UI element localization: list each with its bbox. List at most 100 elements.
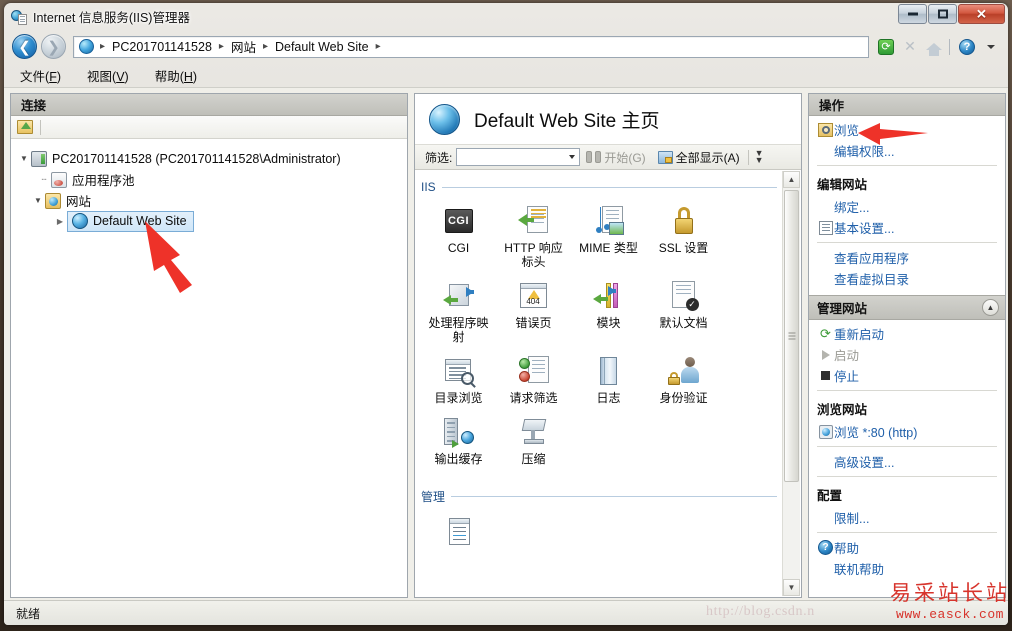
- filter-input[interactable]: [456, 148, 581, 166]
- feature-directory-browsing[interactable]: 目录浏览: [421, 348, 496, 409]
- section-title: 编辑网站: [817, 178, 868, 192]
- menu-file-accel: F: [49, 69, 57, 84]
- feature-error-pages[interactable]: 404 错误页: [496, 273, 571, 348]
- scrollbar-thumb[interactable]: [784, 190, 799, 482]
- feature-pane-scrollbar[interactable]: ▲ ▼: [782, 171, 800, 596]
- breadcrumb-item-site[interactable]: Default Web Site: [272, 40, 372, 54]
- tree-node-app-pools[interactable]: ┄ 应用程序池: [11, 169, 407, 190]
- filter-overflow-button[interactable]: ▼ ▼: [755, 149, 764, 165]
- feature-logging[interactable]: 日志: [571, 348, 646, 409]
- menu-view[interactable]: 视图(V): [77, 64, 139, 87]
- expander-icon[interactable]: ▼: [17, 154, 31, 163]
- connections-toolbar: [11, 116, 407, 139]
- feature-default-document[interactable]: ✓ 默认文档: [646, 273, 721, 348]
- feature-request-filtering[interactable]: 请求筛选: [496, 348, 571, 409]
- close-button[interactable]: ✕: [958, 4, 1005, 24]
- feature-handler-mappings[interactable]: 处理程序映射: [421, 273, 496, 348]
- forward-button[interactable]: ❯: [41, 34, 66, 59]
- maximize-button[interactable]: [928, 4, 957, 24]
- help-icon: ?: [959, 38, 975, 55]
- tree-node-sites[interactable]: ▼ 网站: [11, 190, 407, 211]
- chevron-down-icon[interactable]: [569, 155, 576, 159]
- feature-ssl-settings[interactable]: SSL 设置: [646, 198, 721, 273]
- request-filtering-icon: [518, 355, 550, 387]
- feature-cgi[interactable]: CGI CGI: [421, 198, 496, 273]
- filter-divider: [747, 149, 749, 165]
- feature-compression[interactable]: 压缩: [496, 409, 571, 470]
- action-online-help[interactable]: 联机帮助: [809, 558, 1005, 579]
- scroll-up-button[interactable]: ▲: [783, 171, 800, 188]
- scrollbar-track[interactable]: [783, 188, 800, 579]
- feature-authentication[interactable]: 身份验证: [646, 348, 721, 409]
- action-label: 联机帮助: [834, 563, 885, 577]
- page-title: Default Web Site 主页: [474, 110, 660, 132]
- expander-icon[interactable]: ▼: [31, 196, 45, 205]
- minimize-button[interactable]: [898, 4, 927, 24]
- action-edit-permissions[interactable]: 编辑权限...: [809, 140, 1005, 161]
- maximize-icon: [937, 9, 948, 19]
- feature-mime-types[interactable]: MIME 类型: [571, 198, 646, 273]
- breadcrumb[interactable]: ▸ PC201701141528 ▸ 网站 ▸ Default Web Site…: [73, 35, 869, 58]
- action-label: 查看虚拟目录: [834, 273, 910, 287]
- action-label: 高级设置...: [834, 456, 895, 470]
- content-area: 连接 ▼ PC201701141528 (PC201701141528\Admi…: [4, 88, 1008, 600]
- status-text: 就绪: [16, 606, 41, 621]
- action-view-applications[interactable]: 查看应用程序: [809, 247, 1005, 268]
- action-restart[interactable]: ⟳ 重新启动: [809, 323, 1005, 344]
- site-watermark: 易采站长站 www.easck.com: [888, 581, 1012, 631]
- breadcrumb-separator: ▸: [375, 41, 381, 52]
- menu-help-label: 帮助: [154, 69, 180, 84]
- http-response-headers-icon: [517, 205, 550, 237]
- stop-icon: [817, 371, 834, 380]
- stop-button[interactable]: ✕: [899, 36, 921, 58]
- feature-label: 输出缓存: [434, 452, 483, 466]
- refresh-button[interactable]: ⟳: [875, 36, 897, 58]
- tree-node-label: 网站: [66, 195, 92, 209]
- action-view-virtual-directories[interactable]: 查看虚拟目录: [809, 268, 1005, 289]
- group-label: 管理: [421, 490, 446, 504]
- action-browse[interactable]: 浏览: [809, 119, 1005, 140]
- menu-file[interactable]: 文件(F): [10, 64, 71, 87]
- feature-modules[interactable]: 模块: [571, 273, 646, 348]
- authentication-icon: [667, 355, 700, 387]
- feature-http-response-headers[interactable]: HTTP 响应标头: [496, 198, 571, 273]
- back-button[interactable]: ❮: [12, 34, 37, 59]
- action-browse-site-80[interactable]: 浏览 *:80 (http): [809, 421, 1005, 442]
- feature-label: HTTP 响应标头: [504, 241, 563, 269]
- feature-label: 日志: [596, 391, 621, 405]
- feature-configuration-editor[interactable]: [421, 509, 496, 556]
- tree-node-server[interactable]: ▼ PC201701141528 (PC201701141528\Adminis…: [11, 148, 407, 169]
- feature-label: 处理程序映射: [428, 316, 489, 344]
- help-dropdown-button[interactable]: [980, 36, 1002, 58]
- menu-view-accel: V: [116, 69, 125, 84]
- breadcrumb-item-server[interactable]: PC201701141528: [109, 40, 215, 54]
- action-basic-settings[interactable]: 基本设置...: [809, 217, 1005, 238]
- help-button[interactable]: ?: [956, 36, 978, 58]
- tree-node-default-web-site[interactable]: ▶ Default Web Site: [11, 211, 407, 232]
- connect-to-server-icon[interactable]: [17, 120, 33, 134]
- home-button[interactable]: [923, 36, 945, 58]
- menu-help[interactable]: 帮助(H): [145, 64, 207, 87]
- scroll-down-button[interactable]: ▼: [783, 579, 800, 596]
- action-help[interactable]: ? 帮助: [809, 537, 1005, 558]
- filter-go-button[interactable]: 开始(G): [586, 149, 646, 166]
- action-stop[interactable]: 停止: [809, 365, 1005, 386]
- iis-manager-icon: [11, 9, 27, 25]
- tree-node-label: PC201701141528 (PC201701141528\Administr…: [52, 151, 341, 166]
- show-all-label: 全部显示(A): [675, 150, 740, 165]
- feature-output-caching[interactable]: 输出缓存: [421, 409, 496, 470]
- breadcrumb-separator: ▸: [262, 41, 268, 52]
- screenshot-root: Internet 信息服务(IIS)管理器 ✕ ❮ ❯ ▸ PC20170114…: [0, 0, 1012, 631]
- action-bindings[interactable]: 绑定...: [809, 196, 1005, 217]
- action-limits[interactable]: 限制...: [809, 507, 1005, 528]
- csdn-watermark: http://blog.csdn.n: [706, 604, 815, 619]
- feature-list: IIS CGI CGI HTTP 响应标头 MIME 类型 SSL 设置 处理程…: [421, 174, 777, 593]
- breadcrumb-item-sites[interactable]: 网站: [228, 37, 259, 56]
- chevron-up-icon[interactable]: ▲: [982, 299, 999, 316]
- show-all-button[interactable]: 全部显示(A): [657, 149, 740, 166]
- expander-icon[interactable]: ▶: [53, 217, 67, 226]
- group-header-iis: IIS: [421, 180, 777, 194]
- tree-node-label: Default Web Site: [93, 214, 187, 228]
- menu-view-label: 视图: [87, 69, 113, 84]
- action-advanced-settings[interactable]: 高级设置...: [809, 451, 1005, 472]
